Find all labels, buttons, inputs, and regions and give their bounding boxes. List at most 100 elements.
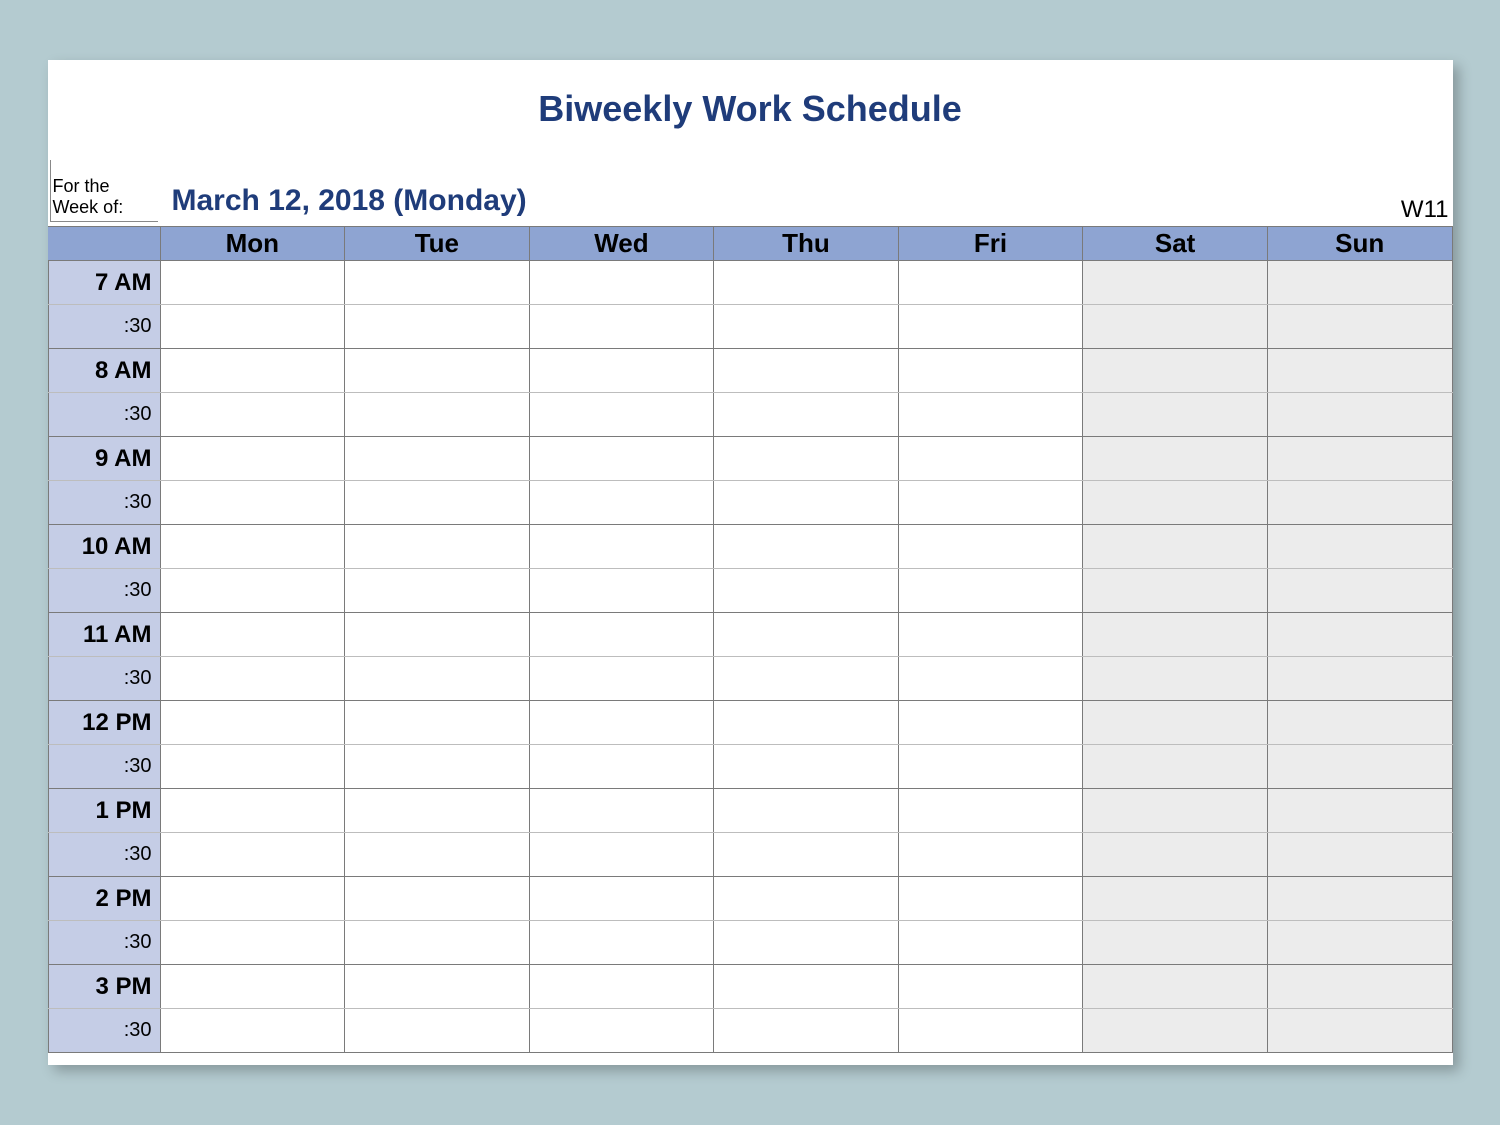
schedule-cell[interactable] (714, 965, 899, 1009)
schedule-cell[interactable] (1083, 1009, 1268, 1053)
schedule-cell[interactable] (1083, 437, 1268, 481)
schedule-cell[interactable] (714, 745, 899, 789)
schedule-cell[interactable] (160, 261, 345, 305)
schedule-cell[interactable] (714, 481, 899, 525)
schedule-cell[interactable] (345, 525, 530, 569)
schedule-cell[interactable] (1267, 481, 1452, 525)
schedule-cell[interactable] (529, 1009, 714, 1053)
schedule-cell[interactable] (898, 965, 1083, 1009)
schedule-cell[interactable] (345, 393, 530, 437)
schedule-cell[interactable] (898, 745, 1083, 789)
schedule-cell[interactable] (898, 305, 1083, 349)
schedule-cell[interactable] (160, 525, 345, 569)
schedule-cell[interactable] (714, 349, 899, 393)
schedule-cell[interactable] (345, 481, 530, 525)
schedule-cell[interactable] (160, 657, 345, 701)
schedule-cell[interactable] (1083, 349, 1268, 393)
schedule-cell[interactable] (345, 569, 530, 613)
schedule-cell[interactable] (160, 349, 345, 393)
schedule-cell[interactable] (529, 921, 714, 965)
schedule-cell[interactable] (345, 745, 530, 789)
schedule-cell[interactable] (714, 613, 899, 657)
schedule-cell[interactable] (160, 393, 345, 437)
schedule-cell[interactable] (529, 569, 714, 613)
schedule-cell[interactable] (160, 437, 345, 481)
schedule-cell[interactable] (1267, 569, 1452, 613)
schedule-cell[interactable] (714, 789, 899, 833)
schedule-cell[interactable] (1083, 965, 1268, 1009)
schedule-cell[interactable] (714, 877, 899, 921)
schedule-cell[interactable] (345, 877, 530, 921)
schedule-cell[interactable] (1083, 569, 1268, 613)
schedule-cell[interactable] (1267, 745, 1452, 789)
schedule-cell[interactable] (529, 305, 714, 349)
schedule-cell[interactable] (1083, 525, 1268, 569)
schedule-cell[interactable] (160, 877, 345, 921)
schedule-cell[interactable] (345, 833, 530, 877)
schedule-cell[interactable] (529, 437, 714, 481)
schedule-cell[interactable] (1267, 1009, 1452, 1053)
schedule-cell[interactable] (529, 701, 714, 745)
schedule-cell[interactable] (345, 921, 530, 965)
schedule-cell[interactable] (160, 569, 345, 613)
schedule-cell[interactable] (898, 613, 1083, 657)
schedule-cell[interactable] (529, 833, 714, 877)
schedule-cell[interactable] (898, 393, 1083, 437)
schedule-cell[interactable] (1267, 789, 1452, 833)
schedule-cell[interactable] (345, 965, 530, 1009)
schedule-cell[interactable] (898, 481, 1083, 525)
schedule-cell[interactable] (714, 701, 899, 745)
schedule-cell[interactable] (1083, 305, 1268, 349)
schedule-cell[interactable] (529, 481, 714, 525)
schedule-cell[interactable] (898, 261, 1083, 305)
schedule-cell[interactable] (160, 481, 345, 525)
schedule-cell[interactable] (160, 789, 345, 833)
schedule-cell[interactable] (345, 349, 530, 393)
schedule-cell[interactable] (1267, 305, 1452, 349)
schedule-cell[interactable] (714, 921, 899, 965)
schedule-cell[interactable] (1267, 877, 1452, 921)
schedule-cell[interactable] (529, 525, 714, 569)
schedule-cell[interactable] (160, 833, 345, 877)
schedule-cell[interactable] (345, 701, 530, 745)
schedule-cell[interactable] (345, 305, 530, 349)
schedule-cell[interactable] (1083, 613, 1268, 657)
schedule-cell[interactable] (529, 965, 714, 1009)
schedule-cell[interactable] (1083, 833, 1268, 877)
schedule-cell[interactable] (898, 833, 1083, 877)
schedule-cell[interactable] (898, 701, 1083, 745)
schedule-cell[interactable] (529, 877, 714, 921)
schedule-cell[interactable] (345, 261, 530, 305)
schedule-cell[interactable] (1267, 701, 1452, 745)
schedule-cell[interactable] (1267, 525, 1452, 569)
schedule-cell[interactable] (714, 437, 899, 481)
schedule-cell[interactable] (529, 745, 714, 789)
schedule-cell[interactable] (714, 393, 899, 437)
schedule-cell[interactable] (714, 1009, 899, 1053)
schedule-cell[interactable] (160, 701, 345, 745)
schedule-cell[interactable] (898, 789, 1083, 833)
schedule-cell[interactable] (714, 305, 899, 349)
schedule-cell[interactable] (529, 393, 714, 437)
schedule-cell[interactable] (1267, 921, 1452, 965)
schedule-cell[interactable] (1267, 833, 1452, 877)
schedule-cell[interactable] (345, 1009, 530, 1053)
schedule-cell[interactable] (898, 921, 1083, 965)
schedule-cell[interactable] (529, 657, 714, 701)
schedule-cell[interactable] (898, 525, 1083, 569)
schedule-cell[interactable] (1083, 393, 1268, 437)
schedule-cell[interactable] (1267, 261, 1452, 305)
schedule-cell[interactable] (714, 569, 899, 613)
schedule-cell[interactable] (1267, 437, 1452, 481)
schedule-cell[interactable] (898, 349, 1083, 393)
schedule-cell[interactable] (160, 745, 345, 789)
schedule-cell[interactable] (1267, 349, 1452, 393)
schedule-cell[interactable] (529, 261, 714, 305)
schedule-cell[interactable] (714, 525, 899, 569)
schedule-cell[interactable] (1083, 701, 1268, 745)
schedule-cell[interactable] (529, 349, 714, 393)
schedule-cell[interactable] (898, 877, 1083, 921)
schedule-cell[interactable] (714, 833, 899, 877)
schedule-cell[interactable] (345, 657, 530, 701)
schedule-cell[interactable] (714, 261, 899, 305)
